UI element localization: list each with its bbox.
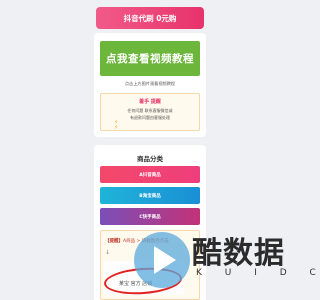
- video-hint: 点击上方图片观看视频教程: [124, 81, 176, 86]
- watermark-title: 酷数据: [192, 236, 285, 271]
- watermark-logo: 酷数据 K U I D C: [130, 228, 316, 300]
- watermark-subtitle: K U I D C: [196, 268, 320, 278]
- play-icon: [154, 246, 176, 274]
- video-tutorial-button[interactable]: 点我查看视频教程: [100, 41, 200, 76]
- notice-line: 任何问题 联系客服微信或: [127, 108, 173, 113]
- category-title: 商品分类: [137, 155, 163, 163]
- category-button-douyin[interactable]: A抖音商品: [100, 166, 200, 183]
- promo-tag: 【提醒】: [105, 239, 123, 244]
- lightning-icon: ⚡: [114, 124, 119, 131]
- notice-title: 着手 提醒: [139, 99, 161, 105]
- header-banner[interactable]: 抖音代刷 0元购: [96, 7, 204, 29]
- notice-box: 着手 提醒 任何问题 联系客服微信或 有退款问题由客服处理 ⚡ ⚡: [100, 93, 200, 131]
- category-button-kuaishou[interactable]: C快手商品: [100, 208, 200, 225]
- arrow-down-icon: ↓: [105, 249, 111, 256]
- category-button-taobao[interactable]: B淘宝商品: [100, 187, 200, 204]
